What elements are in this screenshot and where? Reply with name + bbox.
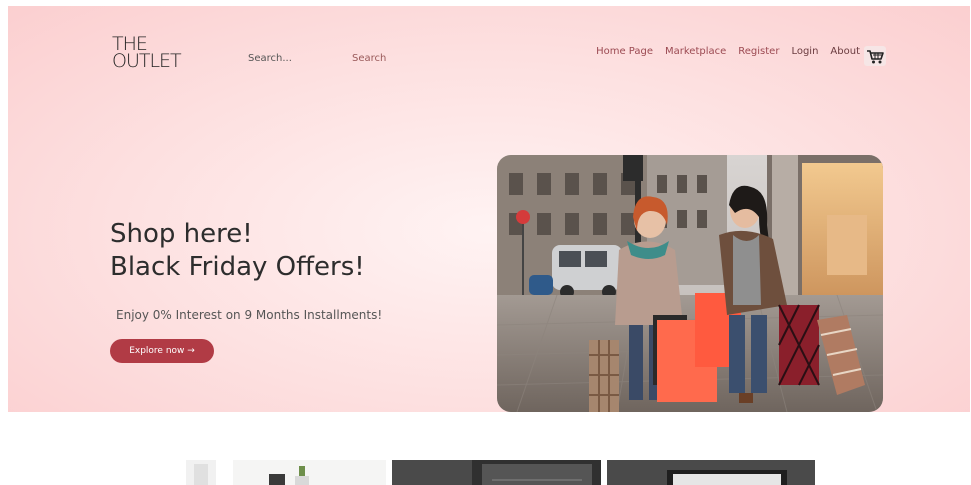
logo-line-2: OUTLET — [112, 50, 182, 72]
thumbnail-3[interactable] — [392, 460, 601, 485]
thumbnail-4[interactable] — [607, 460, 815, 485]
nav-register[interactable]: Register — [738, 46, 779, 57]
hero-headline-line-2: Black Friday Offers! — [110, 252, 365, 282]
thumbnail-1[interactable] — [186, 460, 216, 485]
search-button[interactable]: Search — [348, 49, 390, 67]
hero-section: THE OUTLET Search Home Page Marketplace … — [8, 6, 970, 412]
hero-subline: Enjoy 0% Interest on 9 Months Installmen… — [116, 308, 383, 322]
search-input[interactable] — [244, 49, 342, 67]
nav-about[interactable]: About — [830, 46, 860, 57]
thumbnail-2[interactable] — [233, 460, 386, 485]
hero-image — [497, 155, 883, 412]
cart-icon[interactable] — [864, 46, 886, 66]
main-nav: Home Page Marketplace Register Login Abo… — [596, 46, 860, 57]
nav-home-page[interactable]: Home Page — [596, 46, 653, 57]
hero-headline-line-1: Shop here! — [110, 219, 253, 249]
hero-headline: Shop here! Black Friday Offers! — [110, 218, 365, 284]
logo[interactable]: THE OUTLET — [112, 35, 182, 72]
nav-marketplace[interactable]: Marketplace — [665, 46, 726, 57]
nav-login[interactable]: Login — [791, 46, 818, 57]
explore-now-button[interactable]: Explore now → — [110, 339, 214, 363]
